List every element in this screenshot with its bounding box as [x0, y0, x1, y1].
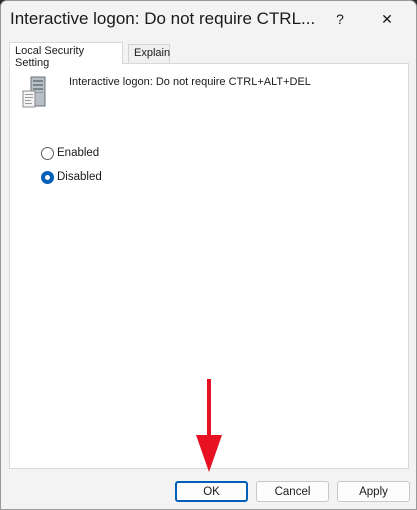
close-button[interactable]: ✕ [364, 1, 410, 37]
apply-button[interactable]: Apply [337, 481, 410, 502]
disabled-label: Disabled [57, 171, 102, 183]
disabled-radio[interactable] [41, 170, 54, 184]
title-bar[interactable]: Interactive logon: Do not require CTRL..… [1, 1, 416, 37]
disabled-option[interactable]: Disabled [41, 169, 102, 185]
tab-strip: Local Security Setting Explain [9, 42, 409, 69]
policy-name: Interactive logon: Do not require CTRL+A… [69, 76, 311, 88]
red-arrow-down-icon [196, 379, 222, 472]
server-policy-icon [22, 76, 46, 108]
tab-local-security-setting[interactable]: Local Security Setting [9, 42, 123, 69]
help-button[interactable]: ? [317, 1, 363, 37]
close-icon: ✕ [381, 10, 393, 27]
properties-dialog: Interactive logon: Do not require CTRL..… [0, 0, 417, 510]
cancel-button[interactable]: Cancel [256, 481, 329, 502]
window-title: Interactive logon: Do not require CTRL..… [10, 9, 316, 28]
ok-button[interactable]: OK [175, 481, 248, 502]
enabled-option[interactable]: Enabled [41, 145, 99, 161]
enabled-label: Enabled [57, 147, 100, 159]
help-icon: ? [336, 11, 344, 27]
tab-explain[interactable]: Explain [128, 44, 170, 63]
enabled-radio[interactable] [41, 146, 54, 160]
